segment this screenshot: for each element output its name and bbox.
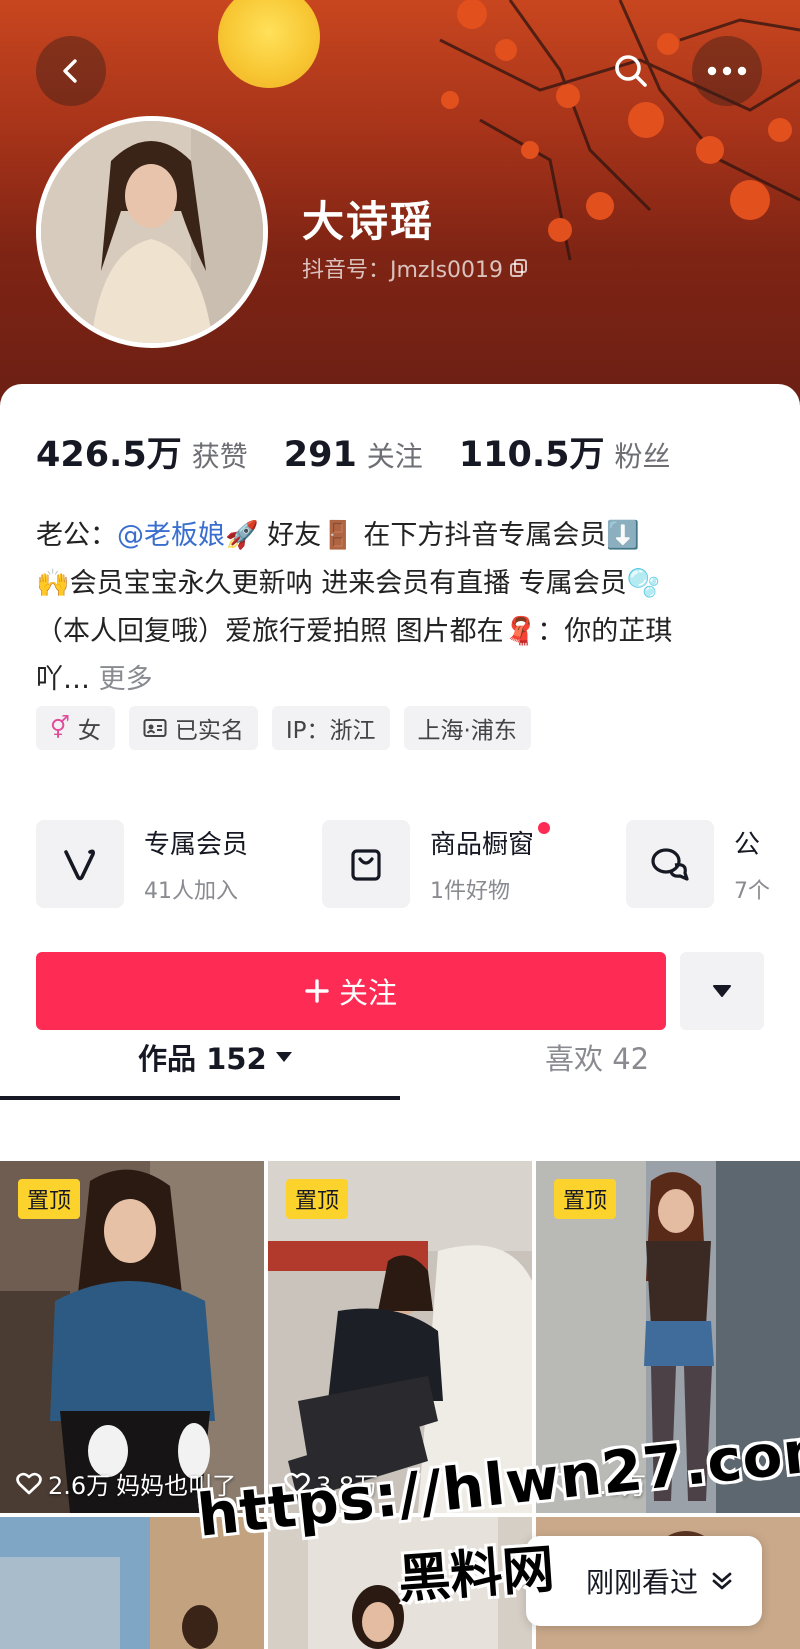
service-title: 商品橱窗 [430,821,551,861]
pinned-badge: 置顶 [18,1179,81,1219]
notification-dot [538,821,551,834]
avatar-portrait-image [41,121,263,343]
stat-value: 110.5万 [458,435,605,475]
service-title-text: 商品橱窗 [430,829,535,860]
service-icon [626,820,714,908]
follow-button[interactable]: 关注 [36,952,666,1030]
video-tile[interactable]: 置顶 2.6万 妈妈也叫了 [0,1161,264,1513]
service-group-chat[interactable]: 公 7个 [626,820,770,908]
bio-line-4-text: 吖… [36,664,90,695]
recently-viewed-button[interactable]: 刚刚看过 [526,1536,762,1626]
tab-label: 作品 152 [138,1042,267,1076]
bio-line-1: 老公：@老板娘🚀 好友🚪 在下方抖音专属会员⬇️ [36,512,776,560]
pinned-badge: 置顶 [286,1179,349,1219]
profile-banner: 大诗瑶 抖音号：Jmzls0019 [0,0,800,420]
bio-line-3: （本人回复哦）爱旅行爱拍照 图片都在🧣：你的芷琪 [36,616,673,647]
back-button[interactable] [36,36,106,106]
tag-verified: 已实名 [128,706,258,750]
service-title: 公 [734,829,761,860]
copy-icon [510,259,528,277]
service-title: 专属会员 [144,829,249,860]
profile-name: 大诗瑶 [302,197,435,246]
stat-label: 关注 [366,440,423,473]
tag-label: 上海·浦东 [417,718,517,744]
profile-bio[interactable]: 老公：@老板娘🚀 好友🚪 在下方抖音专属会员⬇️ 🙌会员宝宝永久更新呐 进来会员… [36,512,776,704]
plus-icon [305,979,329,1003]
service-entries: 专属会员 41人加入 商品橱窗 1件好物 公 7个 [36,820,800,912]
service-subtitle: 41人加入 [144,878,238,904]
chevron-left-icon [63,59,77,83]
heart-icon [16,1472,42,1494]
tab-label: 喜欢 42 [545,1042,650,1076]
profile-stats: 426.5万 获赞 291 关注 110.5万 粉丝 [36,426,671,477]
stat-followers[interactable]: 110.5万 粉丝 [459,426,671,477]
like-count: 2.6万 [48,1472,111,1500]
recently-viewed-label: 刚刚看过 [585,1566,698,1599]
bio-line-4: 吖… 更多 [36,656,776,704]
douyin-id[interactable]: 抖音号：Jmzls0019 [302,252,529,284]
douyin-id-text: 抖音号：Jmzls0019 [302,258,504,283]
more-options-button[interactable] [692,36,762,106]
bio-prefix: 老公： [36,520,117,551]
pinned-badge: 置顶 [554,1179,617,1219]
stat-label: 获赞 [191,440,248,473]
stat-value: 426.5万 [36,435,182,475]
service-icon [36,820,124,908]
caret-down-icon [275,1052,292,1062]
service-subtitle: 1件好物 [430,878,510,904]
service-shop-window[interactable]: 商品橱窗 1件好物 [322,820,551,908]
search-button[interactable] [596,36,666,106]
tag-label: IP：浙江 [285,718,376,744]
stat-following[interactable]: 291 关注 [284,435,423,475]
stat-label: 粉丝 [614,440,671,473]
stat-likes[interactable]: 426.5万 获赞 [36,426,248,477]
tag-location: 上海·浦东 [403,706,531,750]
bio-more-link[interactable]: 更多 [99,664,153,695]
service-subtitle: 7个 [734,878,770,904]
follow-button-label: 关注 [338,976,397,1010]
female-icon: ⚥ [50,715,70,741]
tag-ip: IP：浙江 [271,706,390,750]
bio-line-2: 🙌会员宝宝永久更新呐 进来会员有直播 专属会员🫧 [36,568,661,599]
recommend-dropdown-button[interactable] [680,952,764,1030]
mention-link[interactable]: @老板娘 [117,520,225,551]
tab-likes[interactable]: 喜欢 42 [545,1036,649,1078]
content-tabs: 作品 152 喜欢 42 [0,1036,800,1098]
search-icon [615,55,647,87]
double-chevron-down-icon [712,1572,732,1590]
bio-line-1-rest: 🚀 好友🚪 在下方抖音专属会员⬇️ [225,520,641,551]
stat-value: 291 [283,435,357,475]
vip-v-icon [64,849,95,881]
active-tab-indicator [0,1096,400,1100]
shop-bag-icon [351,849,381,881]
profile-tags: ⚥ 女 已实名 IP：浙江 上海·浦东 [36,706,531,750]
id-card-icon [143,719,167,737]
chat-bubbles-icon [651,848,689,881]
watermark-site-name: 黑料网 [396,1539,557,1611]
caret-down-icon [713,985,731,997]
tag-gender: ⚥ 女 [36,706,115,750]
avatar[interactable] [36,116,268,348]
tab-works[interactable]: 作品 152 [138,1036,293,1078]
sunset-sun-decoration [218,0,320,88]
service-vip-membership[interactable]: 专属会员 41人加入 [36,820,248,908]
service-icon [322,820,410,908]
tag-label: 女 [77,718,101,744]
more-dots-icon [707,66,747,76]
tag-label: 已实名 [174,718,244,744]
